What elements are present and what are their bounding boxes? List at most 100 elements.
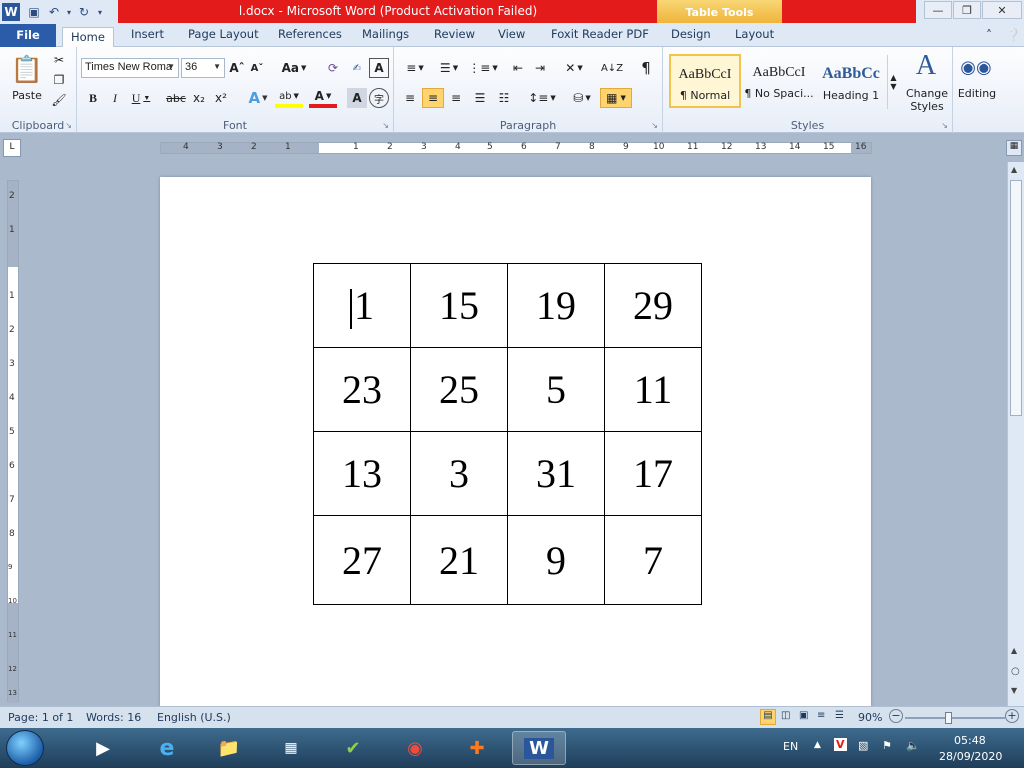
select-browse-object-icon[interactable]: ○ — [1011, 666, 1020, 677]
table-cell[interactable]: 7 — [604, 515, 702, 605]
table-cell[interactable]: 25 — [410, 347, 508, 432]
scrollbar-thumb[interactable] — [1010, 180, 1022, 416]
network-icon[interactable]: ▧ — [858, 739, 868, 752]
distributed-icon[interactable]: ☷ — [494, 88, 514, 108]
word-logo-icon[interactable]: W — [2, 3, 20, 21]
table-cell[interactable]: 29 — [604, 263, 702, 348]
bold-icon[interactable]: B — [83, 88, 103, 108]
shading-icon[interactable]: ⛁ ▼ — [568, 88, 596, 108]
table-cell[interactable]: 31 — [507, 431, 605, 516]
highlight-icon[interactable]: ab ▼ — [275, 88, 303, 108]
internet-explorer-icon[interactable]: e — [140, 731, 194, 765]
minimize-ribbon-icon[interactable]: ˄ — [986, 28, 992, 42]
tab-file[interactable]: File — [0, 24, 56, 47]
character-shading-icon[interactable]: A — [347, 88, 367, 108]
italic-icon[interactable]: I — [105, 88, 125, 108]
tab-insert[interactable]: Insert — [131, 27, 164, 47]
word-count[interactable]: Words: 16 — [86, 711, 141, 724]
clear-formatting-icon[interactable]: ⟳ — [323, 58, 343, 78]
tab-home[interactable]: Home — [62, 27, 114, 48]
vertical-scrollbar[interactable]: ▲ ▲ ○ ▼ — [1007, 162, 1024, 706]
increase-indent-icon[interactable]: ⇥ — [530, 58, 550, 78]
antivirus-tray-icon[interactable]: V — [834, 738, 847, 751]
tab-design[interactable]: Design — [671, 27, 711, 47]
view-ruler-icon[interactable]: ▦ — [1006, 140, 1022, 156]
outline-icon[interactable]: ≡ — [817, 710, 825, 721]
justify-icon[interactable]: ☰ — [470, 88, 490, 108]
table-cell[interactable]: 5 — [507, 347, 605, 432]
restore-icon[interactable]: ❐ — [953, 1, 981, 19]
borders-icon[interactable]: ▦ ▼ — [600, 88, 632, 108]
zoom-in-icon[interactable]: + — [1005, 709, 1019, 723]
zoom-slider-thumb[interactable] — [945, 712, 952, 724]
tab-review[interactable]: Review — [434, 27, 475, 47]
text-effects-icon[interactable]: A ▼ — [245, 88, 271, 108]
minimize-icon[interactable]: — — [924, 1, 952, 19]
document-table[interactable]: 1 15 19 29 23 25 5 11 13 3 31 17 27 21 9… — [313, 263, 702, 605]
tab-mailings[interactable]: Mailings — [362, 27, 409, 47]
superscript-icon[interactable]: x² — [211, 88, 231, 108]
clock-date[interactable]: 28/09/2020 — [939, 750, 1002, 763]
table-cell[interactable]: 3 — [410, 431, 508, 516]
save-icon[interactable]: ▣ — [24, 2, 44, 22]
tab-foxit-reader-pdf[interactable]: Foxit Reader PDF — [551, 27, 649, 47]
vertical-ruler[interactable]: 2 1 1 2 3 4 5 6 7 8 9 10 11 12 13 — [7, 180, 19, 703]
web-layout-icon[interactable]: ▣ — [799, 710, 808, 721]
cut-icon[interactable]: ✂ — [50, 51, 68, 69]
show-hide-icon[interactable]: ¶ — [636, 58, 656, 78]
align-center-icon[interactable]: ≡ — [422, 88, 444, 108]
media-player-icon[interactable]: ▶ — [76, 731, 130, 765]
line-spacing-icon[interactable]: ↕≡ ▼ — [528, 88, 556, 108]
start-button[interactable] — [6, 730, 44, 766]
subscript-icon[interactable]: x₂ — [189, 88, 209, 108]
table-cell[interactable]: 27 — [313, 515, 411, 605]
word-taskbar-icon[interactable]: W — [512, 731, 566, 765]
close-icon[interactable]: ✕ — [982, 1, 1022, 19]
change-case-button[interactable]: Aa ▼ — [281, 58, 307, 78]
draft-icon[interactable]: ☰ — [835, 710, 844, 721]
binoculars-icon[interactable]: ◉◉ — [960, 53, 991, 81]
tab-selector-icon[interactable]: L — [3, 139, 21, 157]
volume-icon[interactable]: 🔈 — [906, 739, 920, 752]
zoom-out-icon[interactable]: − — [889, 709, 903, 723]
scroll-up-arrow-icon[interactable]: ▲ — [1011, 646, 1017, 655]
table-cell[interactable]: 23 — [313, 347, 411, 432]
enclose-characters-icon[interactable]: 字 — [369, 88, 389, 108]
font-family-select[interactable]: Times New Roma ▼ — [81, 58, 179, 78]
table-cell[interactable]: 9 — [507, 515, 605, 605]
language-indicator[interactable]: English (U.S.) — [157, 711, 231, 724]
align-right-icon[interactable]: ≡ — [446, 88, 466, 108]
tab-layout[interactable]: Layout — [735, 27, 774, 47]
app-icon[interactable]: ▦ — [264, 731, 318, 765]
table-cell[interactable]: 19 — [507, 263, 605, 348]
help-icon[interactable]: ❔ — [1006, 28, 1021, 42]
undo-dropdown-icon[interactable]: ▾ — [64, 2, 74, 22]
font-size-select[interactable]: 36 ▼ — [181, 58, 225, 78]
strikethrough-icon[interactable]: abc — [165, 88, 187, 108]
zoom-level[interactable]: 90% — [858, 711, 882, 724]
table-cell[interactable]: 13 — [313, 431, 411, 516]
tab-page-layout[interactable]: Page Layout — [188, 27, 259, 47]
tab-view[interactable]: View — [498, 27, 525, 47]
action-center-flag-icon[interactable]: ⚑ — [882, 739, 892, 752]
editing-button[interactable]: Editing — [953, 87, 1001, 100]
scroll-down-icon[interactable]: ▼ — [1011, 686, 1017, 695]
style-normal[interactable]: AaBbCcI ¶ Normal — [669, 54, 741, 108]
numbering-icon[interactable]: ☰ ▼ — [434, 58, 464, 78]
shrink-font-icon[interactable]: Aˇ — [248, 58, 266, 78]
styles-scroll-icon[interactable]: ▲ ▼ — [887, 55, 899, 109]
asian-layout-icon[interactable]: ✕ ▼ — [560, 58, 588, 78]
redo-icon[interactable]: ↻ — [74, 2, 94, 22]
full-screen-reading-icon[interactable]: ◫ — [781, 710, 790, 721]
character-border-icon[interactable]: A — [369, 58, 389, 78]
shortcut-app-icon[interactable]: ✔ — [326, 731, 380, 765]
customize-qat-icon[interactable]: ▾ — [94, 2, 106, 22]
phonetic-guide-icon[interactable]: ✍ — [347, 58, 367, 78]
tab-references[interactable]: References — [278, 27, 342, 47]
paste-icon[interactable]: 📋 — [8, 51, 46, 89]
paragraph-launcher-icon[interactable]: ↘ — [651, 121, 658, 130]
change-styles-icon[interactable]: A — [901, 50, 951, 81]
zoom-slider[interactable] — [905, 717, 1005, 719]
table-cell[interactable]: 1 — [313, 263, 411, 348]
style-no-spacing[interactable]: AaBbCcI ¶ No Spaci... — [743, 54, 815, 108]
